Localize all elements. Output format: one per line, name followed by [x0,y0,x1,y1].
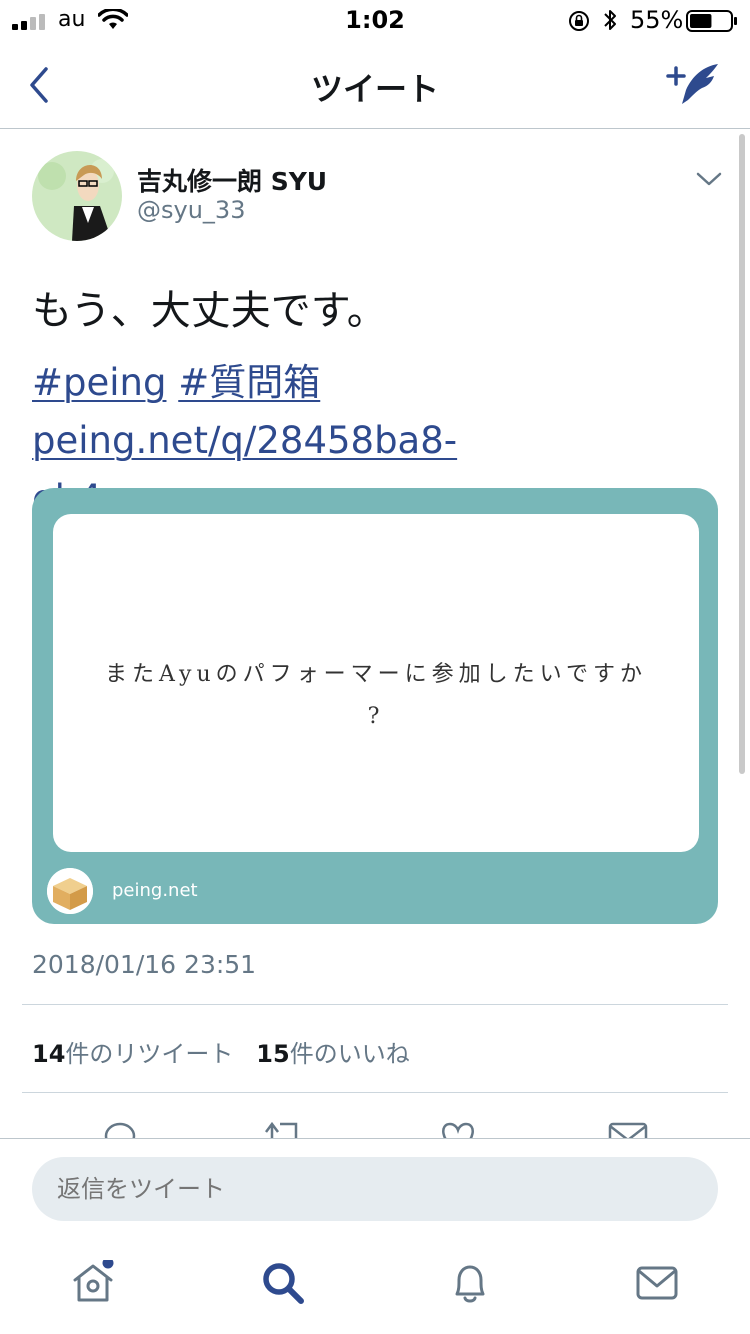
messages-icon[interactable] [634,1260,680,1306]
bluetooth-icon [604,10,616,30]
display-name[interactable]: 吉丸修一朗 SYU [137,162,327,198]
user-handle[interactable]: @syu_33 [137,196,245,224]
share-mail-icon[interactable] [606,1116,650,1140]
tweet-text: もう、大丈夫です。 [32,288,387,334]
avatar-image [32,151,122,241]
card-domain: peing.net [112,880,198,901]
page-title: ツイート [310,70,439,108]
reply-bar [0,1138,750,1238]
likes-stat[interactable]: 15件のいいね [256,1040,409,1068]
like-heart-icon[interactable] [436,1116,480,1140]
tweet-actions [0,1110,750,1140]
status-bar: au 1:02 55% [0,0,750,42]
search-icon[interactable] [260,1260,306,1306]
retweets-stat[interactable]: 14件のリツイート [32,1040,233,1068]
likes-label: 件のいいね [289,1040,410,1068]
tweet-timestamp: 2018/01/16 23:51 [32,950,257,979]
card-question-panel: またAyuのパフォーマーに参加したいですか ? [53,514,699,852]
battery-percent: 55% [630,6,684,34]
box-icon [47,868,93,914]
card-question-line: ? [367,704,385,729]
orientation-lock-icon [569,11,589,31]
reply-icon[interactable] [98,1116,142,1140]
hashtag-link[interactable]: #peing [32,361,166,404]
tweet-stats: 14件のリツイート 15件のいいね [32,1034,410,1069]
retweets-count: 14 [32,1040,66,1068]
divider [22,1092,728,1093]
avatar[interactable] [32,151,122,241]
chevron-down-icon[interactable] [694,166,724,192]
url-link-part: peing.net/q/28458ba8- [32,419,458,462]
scrollbar[interactable] [739,134,745,774]
hashtag-link[interactable]: #質問箱 [178,361,320,404]
retweet-icon[interactable] [262,1116,306,1140]
reply-input[interactable] [32,1157,718,1221]
link-preview-card[interactable]: またAyuのパフォーマーに参加したいですか ? peing.net [32,488,718,924]
tab-bar [0,1238,750,1334]
divider [22,1004,728,1005]
battery-icon [686,10,737,32]
card-question-line: またAyuのパフォーマーに参加したいですか [105,662,647,687]
compose-tweet-icon[interactable] [664,60,722,110]
likes-count: 15 [256,1040,290,1068]
retweets-label: 件のリツイート [65,1040,234,1068]
card-question-text: またAyuのパフォーマーに参加したいですか ? [53,654,699,738]
notifications-icon[interactable] [447,1260,493,1306]
home-icon[interactable] [70,1260,116,1306]
navigation-bar: ツイート [0,42,750,129]
